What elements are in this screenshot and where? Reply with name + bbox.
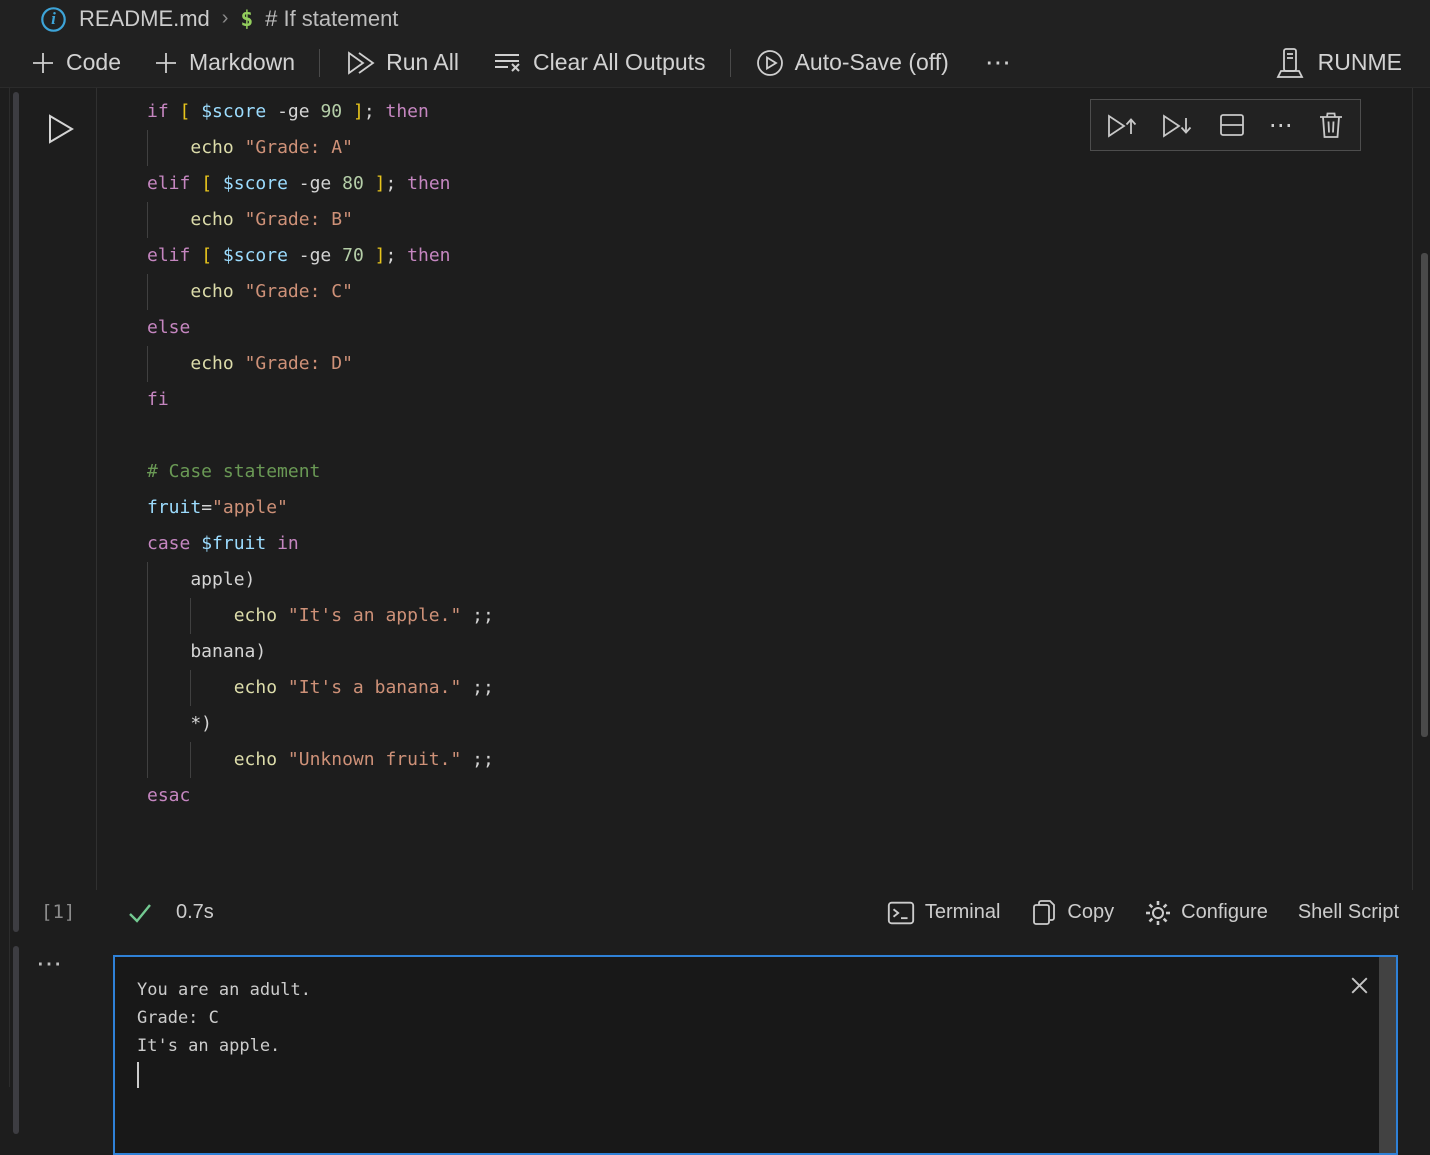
indent-guide <box>190 742 191 778</box>
indent-guide <box>190 598 191 634</box>
execute-above-icon[interactable] <box>1105 109 1139 141</box>
code-line[interactable]: else <box>97 310 1412 346</box>
execute-below-icon[interactable] <box>1160 109 1194 141</box>
run-all-icon <box>344 47 376 79</box>
plus-icon <box>30 50 56 76</box>
copy-icon <box>1030 898 1058 928</box>
toolbar-separator <box>319 49 320 77</box>
indent-guide <box>190 670 191 706</box>
code-line[interactable]: echo "Unknown fruit." ;; <box>97 742 1412 778</box>
code-line[interactable]: # Case statement <box>97 454 1412 490</box>
run-cell-button[interactable] <box>46 112 74 146</box>
info-icon[interactable]: i <box>40 6 67 33</box>
indent-guide <box>147 202 148 238</box>
indent-guide <box>147 130 148 166</box>
code-line[interactable]: apple) <box>97 562 1412 598</box>
breadcrumb: i README.md › $ # If statement <box>0 0 1430 38</box>
clear-all-outputs-button[interactable]: Clear All Outputs <box>491 47 706 79</box>
notebook-scrollbar[interactable] <box>1421 253 1428 737</box>
language-label: Shell Script <box>1298 901 1399 924</box>
shell-symbol-icon: $ <box>240 7 253 31</box>
add-markdown-label: Markdown <box>189 49 295 76</box>
code-editor[interactable]: if [ $score -ge 90 ]; then echo "Grade: … <box>97 88 1412 814</box>
indent-guide <box>147 274 148 310</box>
add-markdown-cell-button[interactable]: Markdown <box>153 49 295 76</box>
toolbar-separator <box>730 49 731 77</box>
output-line: You are an adult. <box>137 976 311 1004</box>
code-line[interactable]: esac <box>97 778 1412 814</box>
auto-save-toggle[interactable]: Auto-Save (off) <box>755 48 949 78</box>
code-cell: if [ $score -ge 90 ]; then echo "Grade: … <box>96 88 1413 935</box>
code-line[interactable]: banana) <box>97 634 1412 670</box>
copy-label: Copy <box>1067 901 1114 924</box>
code-line[interactable]: echo "Grade: C" <box>97 274 1412 310</box>
cell-toolbar: ⋯ <box>1090 99 1361 151</box>
add-code-label: Code <box>66 49 121 76</box>
terminal-icon <box>886 898 916 928</box>
add-code-cell-button[interactable]: Code <box>30 49 121 76</box>
code-line[interactable]: echo "Grade: D" <box>97 346 1412 382</box>
success-check-icon <box>126 900 154 926</box>
output-text: You are an adult.Grade: CIt's an apple. <box>137 976 311 1060</box>
code-line[interactable]: echo "Grade: B" <box>97 202 1412 238</box>
run-all-label: Run All <box>386 49 459 76</box>
gear-icon <box>1144 899 1172 927</box>
code-line[interactable]: *) <box>97 706 1412 742</box>
execution-count: [1] <box>41 901 75 923</box>
cell-status-bar: 0.7s Terminal Copy <box>96 890 1413 935</box>
terminal-label: Terminal <box>925 901 1001 924</box>
code-line[interactable]: elif [ $score -ge 80 ]; then <box>97 166 1412 202</box>
cell-output[interactable]: You are an adult.Grade: CIt's an apple. <box>113 955 1398 1155</box>
panel-border <box>9 88 10 1087</box>
execution-duration: 0.7s <box>176 901 214 924</box>
output-line: It's an apple. <box>137 1032 311 1060</box>
play-circle-icon <box>755 48 785 78</box>
output-menu-button[interactable]: ⋯ <box>36 948 63 979</box>
split-cell-icon[interactable] <box>1216 109 1248 141</box>
runme-label[interactable]: RUNME <box>1318 49 1402 76</box>
runme-logo-icon <box>1274 46 1306 80</box>
output-scrollbar[interactable] <box>1379 957 1396 1153</box>
terminal-button[interactable]: Terminal <box>886 898 1001 928</box>
indent-guide <box>147 346 148 382</box>
language-picker[interactable]: Shell Script <box>1298 901 1399 924</box>
code-line[interactable]: echo "It's an apple." ;; <box>97 598 1412 634</box>
plus-icon <box>153 50 179 76</box>
copy-button[interactable]: Copy <box>1030 898 1114 928</box>
code-line[interactable]: case $fruit in <box>97 526 1412 562</box>
configure-button[interactable]: Configure <box>1144 899 1268 927</box>
close-output-icon[interactable] <box>1347 973 1372 998</box>
indent-guide <box>147 562 148 778</box>
breadcrumb-file[interactable]: README.md <box>79 6 210 32</box>
clear-all-outputs-label: Clear All Outputs <box>533 49 706 76</box>
delete-cell-icon[interactable] <box>1316 109 1346 141</box>
toolbar-more-button[interactable]: ⋯ <box>985 47 1013 78</box>
cell-focus-bar <box>13 92 19 932</box>
breadcrumb-chevron-icon: › <box>222 7 229 30</box>
configure-label: Configure <box>1181 901 1268 924</box>
code-line[interactable] <box>97 418 1412 454</box>
terminal-cursor <box>137 1062 139 1088</box>
code-line[interactable]: echo "It's a banana." ;; <box>97 670 1412 706</box>
output-focus-bar <box>13 946 19 1134</box>
run-all-button[interactable]: Run All <box>344 47 459 79</box>
notebook-toolbar: Code Markdown Run All Clear All Outputs <box>0 38 1430 88</box>
clear-all-outputs-icon <box>491 47 523 79</box>
code-line[interactable]: fi <box>97 382 1412 418</box>
breadcrumb-section[interactable]: # If statement <box>265 6 398 32</box>
output-line: Grade: C <box>137 1004 311 1032</box>
auto-save-label: Auto-Save (off) <box>795 49 949 76</box>
code-line[interactable]: fruit="apple" <box>97 490 1412 526</box>
cell-more-actions-button[interactable]: ⋯ <box>1269 111 1295 140</box>
code-line[interactable]: elif [ $score -ge 70 ]; then <box>97 238 1412 274</box>
